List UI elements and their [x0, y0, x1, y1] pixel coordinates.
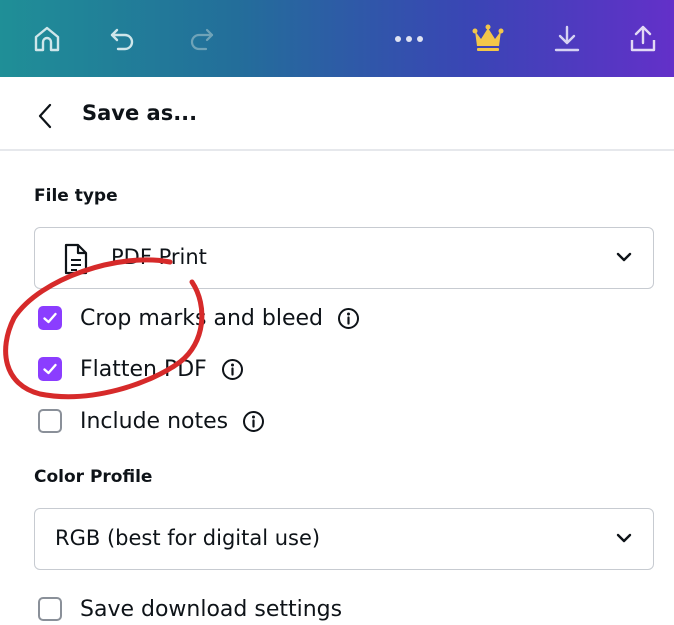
- share-icon[interactable]: [624, 0, 662, 77]
- file-type-select[interactable]: PDF Print: [34, 227, 654, 289]
- crop-marks-label: Crop marks and bleed: [80, 305, 323, 331]
- info-icon[interactable]: [337, 307, 360, 330]
- crown-icon[interactable]: [468, 0, 508, 77]
- save-settings-checkbox[interactable]: [38, 597, 62, 621]
- redo-icon[interactable]: [184, 0, 220, 77]
- include-notes-checkbox[interactable]: [38, 409, 62, 433]
- document-icon: [63, 243, 89, 279]
- save-as-panel: Save as... File type PDF Print Crop mark…: [0, 77, 674, 622]
- undo-icon[interactable]: [104, 0, 140, 77]
- include-notes-option[interactable]: Include notes: [38, 405, 265, 437]
- file-type-label: File type: [34, 186, 118, 206]
- flatten-pdf-label: Flatten PDF: [80, 356, 207, 382]
- crop-marks-checkbox[interactable]: [38, 306, 62, 330]
- color-profile-value: RGB (best for digital use): [55, 526, 321, 550]
- page-title: Save as...: [82, 101, 198, 125]
- save-settings-option[interactable]: Save download settings: [38, 593, 342, 625]
- back-chevron-icon[interactable]: [34, 101, 58, 131]
- info-icon[interactable]: [221, 358, 244, 381]
- chevron-down-icon: [615, 248, 633, 270]
- file-type-value: PDF Print: [111, 245, 207, 269]
- top-toolbar: [0, 0, 674, 77]
- include-notes-label: Include notes: [80, 408, 229, 434]
- save-settings-label: Save download settings: [80, 596, 343, 622]
- info-icon[interactable]: [242, 410, 265, 433]
- crop-marks-option[interactable]: Crop marks and bleed: [38, 302, 360, 334]
- home-icon[interactable]: [28, 0, 66, 77]
- download-icon[interactable]: [548, 0, 586, 77]
- flatten-pdf-checkbox[interactable]: [38, 357, 62, 381]
- color-profile-label: Color Profile: [34, 467, 153, 487]
- flatten-pdf-option[interactable]: Flatten PDF: [38, 353, 244, 385]
- chevron-down-icon: [615, 529, 633, 551]
- panel-header: Save as...: [0, 77, 674, 151]
- color-profile-select[interactable]: RGB (best for digital use): [34, 508, 654, 570]
- more-icon[interactable]: [390, 0, 428, 77]
